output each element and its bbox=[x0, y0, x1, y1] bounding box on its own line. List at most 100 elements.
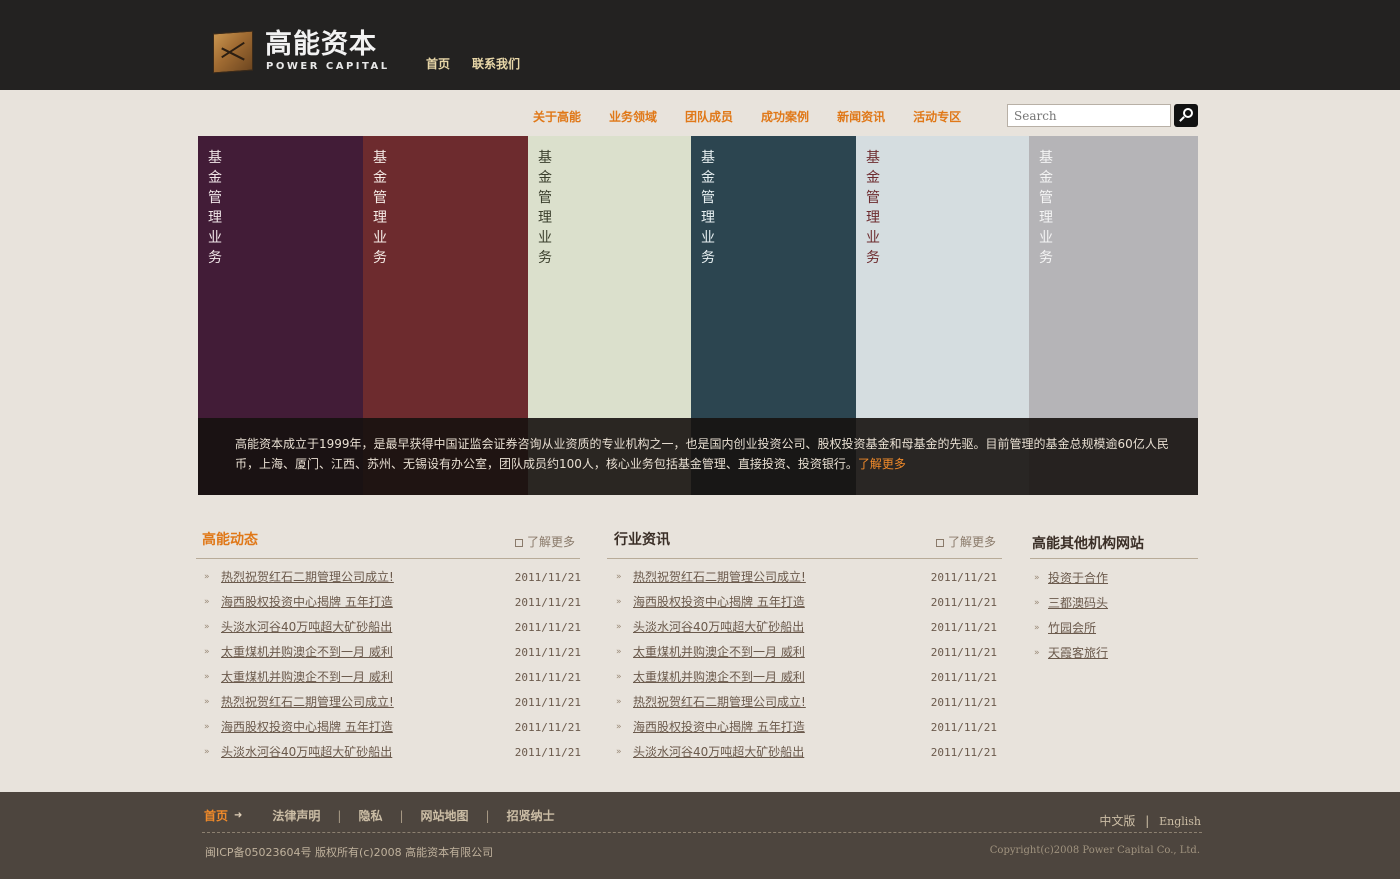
bullet-icon: » bbox=[616, 572, 622, 582]
news-item[interactable]: » 海西股权投资中心揭牌 五年打造 2011/11/21 bbox=[614, 590, 997, 615]
nav-events[interactable]: 活动专区 bbox=[913, 108, 961, 125]
news-item[interactable]: » 头淡水河谷40万吨超大矿砂船出 2011/11/21 bbox=[202, 615, 581, 640]
footer-nav: 首页 ➜ 法律声明 | 隐私 | 网站地图 | 招贤纳士 bbox=[204, 807, 555, 824]
separator: | bbox=[1145, 814, 1150, 828]
other-sites-list: » 投资于合作 » 三都澳码头 » 竹园会所 » 天霞客旅行 bbox=[1032, 566, 1198, 666]
news-item[interactable]: » 海西股权投资中心揭牌 五年打造 2011/11/21 bbox=[202, 590, 581, 615]
news-item-title[interactable]: 头淡水河谷40万吨超大矿砂船出 bbox=[221, 615, 392, 640]
site-link[interactable]: 投资于合作 bbox=[1048, 566, 1108, 591]
footer-nav-legal[interactable]: 法律声明 bbox=[272, 807, 320, 824]
news-item[interactable]: » 头淡水河谷40万吨超大矿砂船出 2011/11/21 bbox=[202, 740, 581, 765]
news-item-title[interactable]: 头淡水河谷40万吨超大矿砂船出 bbox=[221, 740, 392, 765]
bullet-icon: » bbox=[616, 747, 622, 757]
news-item-date: 2011/11/21 bbox=[930, 721, 997, 734]
bullet-icon: » bbox=[1034, 623, 1040, 633]
news-item-title[interactable]: 热烈祝贺红石二期管理公司成立! bbox=[221, 690, 394, 715]
site-link[interactable]: 竹园会所 bbox=[1048, 616, 1096, 641]
news-item-title[interactable]: 太重煤机并购澳企不到一月 威利 bbox=[633, 640, 805, 665]
news-item[interactable]: » 太重煤机并购澳企不到一月 威利 2011/11/21 bbox=[202, 665, 581, 690]
footer-nav-home[interactable]: 首页 bbox=[204, 807, 228, 824]
news-item[interactable]: » 热烈祝贺红石二期管理公司成立! 2011/11/21 bbox=[614, 690, 997, 715]
news-item-date: 2011/11/21 bbox=[514, 746, 581, 759]
news-item-date: 2011/11/21 bbox=[514, 646, 581, 659]
news-mid-list: » 热烈祝贺红石二期管理公司成立! 2011/11/21 » 海西股权投资中心揭牌 五年… bbox=[614, 565, 997, 765]
top-nav-home[interactable]: 首页 bbox=[426, 55, 450, 72]
news-item[interactable]: » 头淡水河谷40万吨超大矿砂船出 2011/11/21 bbox=[614, 615, 997, 640]
bullet-icon: » bbox=[616, 597, 622, 607]
footer-nav-jobs[interactable]: 招贤纳士 bbox=[507, 807, 555, 824]
news-item-title[interactable]: 头淡水河谷40万吨超大矿砂船出 bbox=[633, 740, 804, 765]
news-item-title[interactable]: 海西股权投资中心揭牌 五年打造 bbox=[221, 590, 393, 615]
news-item-title[interactable]: 热烈祝贺红石二期管理公司成立! bbox=[633, 565, 806, 590]
news-item-title[interactable]: 热烈祝贺红石二期管理公司成立! bbox=[221, 565, 394, 590]
copyright-en: Copyright(c)2008 Power Capital Co., Ltd. bbox=[989, 845, 1200, 856]
logo-subtitle: POWER CAPITAL bbox=[266, 61, 390, 72]
news-item-title[interactable]: 头淡水河谷40万吨超大矿砂船出 bbox=[633, 615, 804, 640]
news-item-title[interactable]: 热烈祝贺红石二期管理公司成立! bbox=[633, 690, 806, 715]
news-item-title[interactable]: 海西股权投资中心揭牌 五年打造 bbox=[221, 715, 393, 740]
divider bbox=[1030, 558, 1198, 559]
site-link-item[interactable]: » 竹园会所 bbox=[1032, 616, 1198, 641]
news-item-date: 2011/11/21 bbox=[930, 671, 997, 684]
logo-cube-icon[interactable] bbox=[211, 30, 257, 74]
nav-about[interactable]: 关于高能 bbox=[533, 108, 581, 125]
search-button[interactable] bbox=[1174, 104, 1198, 127]
news-item-title[interactable]: 太重煤机并购澳企不到一月 威利 bbox=[221, 665, 393, 690]
footer-nav-sitemap[interactable]: 网站地图 bbox=[421, 807, 469, 824]
banner-panel-label: 基金管理业务 bbox=[701, 150, 715, 266]
site-link[interactable]: 三都澳码头 bbox=[1048, 591, 1108, 616]
banner-panel-label: 基金管理业务 bbox=[373, 150, 387, 266]
news-item-title[interactable]: 海西股权投资中心揭牌 五年打造 bbox=[633, 715, 805, 740]
news-item[interactable]: » 热烈祝贺红石二期管理公司成立! 2011/11/21 bbox=[202, 565, 581, 590]
news-item[interactable]: » 热烈祝贺红石二期管理公司成立! 2011/11/21 bbox=[614, 565, 997, 590]
footer-divider bbox=[202, 832, 1202, 833]
news-item[interactable]: » 头淡水河谷40万吨超大矿砂船出 2011/11/21 bbox=[614, 740, 997, 765]
divider bbox=[196, 558, 580, 559]
top-nav-contact[interactable]: 联系我们 bbox=[472, 55, 520, 72]
news-mid-more[interactable]: 了解更多 bbox=[936, 533, 996, 550]
news-item-title[interactable]: 太重煤机并购澳企不到一月 威利 bbox=[221, 640, 393, 665]
news-left-title: 高能动态 bbox=[202, 532, 258, 548]
news-item[interactable]: » 太重煤机并购澳企不到一月 威利 2011/11/21 bbox=[614, 640, 997, 665]
nav-cases[interactable]: 成功案例 bbox=[761, 108, 809, 125]
news-item[interactable]: » 太重煤机并购澳企不到一月 威利 2011/11/21 bbox=[614, 665, 997, 690]
nav-team[interactable]: 团队成员 bbox=[685, 108, 733, 125]
more-icon bbox=[936, 539, 944, 547]
arrow-right-icon: ➜ bbox=[234, 810, 243, 821]
bullet-icon: » bbox=[204, 622, 210, 632]
site-link-item[interactable]: » 投资于合作 bbox=[1032, 566, 1198, 591]
nav-news[interactable]: 新闻资讯 bbox=[837, 108, 885, 125]
lang-cn-link[interactable]: 中文版 bbox=[1099, 814, 1135, 828]
search-input[interactable] bbox=[1007, 104, 1171, 127]
separator: | bbox=[399, 808, 404, 823]
nav-business[interactable]: 业务领域 bbox=[609, 108, 657, 125]
news-item[interactable]: » 太重煤机并购澳企不到一月 威利 2011/11/21 bbox=[202, 640, 581, 665]
news-item-date: 2011/11/21 bbox=[514, 696, 581, 709]
main-nav: 关于高能 业务领域 团队成员 成功案例 新闻资讯 活动专区 bbox=[533, 108, 961, 125]
lang-en-link[interactable]: English bbox=[1159, 815, 1201, 828]
news-item[interactable]: » 海西股权投资中心揭牌 五年打造 2011/11/21 bbox=[202, 715, 581, 740]
bullet-icon: » bbox=[204, 697, 210, 707]
news-item[interactable]: » 热烈祝贺红石二期管理公司成立! 2011/11/21 bbox=[202, 690, 581, 715]
news-item-title[interactable]: 海西股权投资中心揭牌 五年打造 bbox=[633, 590, 805, 615]
banner-more-link[interactable]: 了解更多 bbox=[858, 457, 906, 471]
more-label: 了解更多 bbox=[527, 535, 576, 549]
site-link-item[interactable]: » 天霞客旅行 bbox=[1032, 641, 1198, 666]
footer-nav-privacy[interactable]: 隐私 bbox=[358, 807, 382, 824]
news-item-title[interactable]: 太重煤机并购澳企不到一月 威利 bbox=[633, 665, 805, 690]
site-link[interactable]: 天霞客旅行 bbox=[1048, 641, 1108, 666]
banner-caption-text: 高能资本成立于1999年，是最早获得中国证监会证券咨询从业资质的专业机构之一，也… bbox=[235, 437, 1169, 471]
bullet-icon: » bbox=[1034, 598, 1040, 608]
separator: | bbox=[485, 808, 490, 823]
logo-title[interactable]: 高能资本 bbox=[265, 29, 377, 61]
divider bbox=[607, 558, 1002, 559]
language-switch: 中文版 | English bbox=[1099, 812, 1201, 829]
site-link-item[interactable]: » 三都澳码头 bbox=[1032, 591, 1198, 616]
bullet-icon: » bbox=[1034, 648, 1040, 658]
news-item[interactable]: » 海西股权投资中心揭牌 五年打造 2011/11/21 bbox=[614, 715, 997, 740]
top-nav: 首页 联系我们 bbox=[426, 55, 520, 72]
news-item-date: 2011/11/21 bbox=[930, 696, 997, 709]
news-left-more[interactable]: 了解更多 bbox=[515, 533, 575, 550]
news-item-date: 2011/11/21 bbox=[514, 621, 581, 634]
news-item-date: 2011/11/21 bbox=[930, 746, 997, 759]
